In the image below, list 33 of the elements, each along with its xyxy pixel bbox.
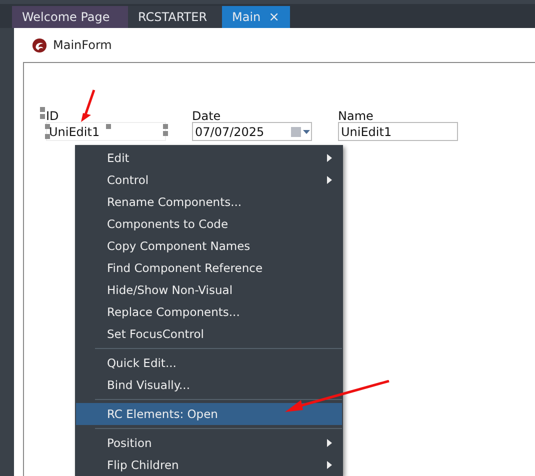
calendar-icon[interactable] — [291, 126, 311, 136]
menu-item[interactable]: Quick Edit... — [76, 352, 342, 374]
menu-item[interactable]: RC Elements: Open — [76, 403, 342, 425]
input-field[interactable]: UniEdit1 — [338, 122, 458, 141]
menu-item[interactable]: Flip Children — [76, 454, 342, 476]
tab[interactable]: Main × — [222, 6, 290, 28]
menu-item[interactable]: Position — [76, 432, 342, 454]
input-field[interactable]: 07/07/2025 — [192, 122, 312, 141]
menu-item[interactable]: Replace Components... — [76, 301, 342, 323]
submenu-arrow-icon — [327, 461, 332, 469]
menu-item[interactable]: Bind Visually... — [76, 374, 342, 396]
close-icon[interactable]: × — [268, 10, 280, 24]
field-label: Date — [192, 109, 221, 123]
tab[interactable]: Welcome Page — [12, 6, 128, 28]
menu-item[interactable]: Control — [76, 169, 342, 191]
menu-item[interactable]: Copy Component Names — [76, 235, 342, 257]
submenu-arrow-icon — [327, 439, 332, 447]
arrow-annotation — [80, 89, 96, 123]
submenu-arrow-icon — [327, 176, 332, 184]
submenu-arrow-icon — [327, 154, 332, 162]
menu-item[interactable]: Edit — [76, 147, 342, 169]
selection-handle[interactable] — [106, 124, 111, 129]
menu-item[interactable]: Components to Code — [76, 213, 342, 235]
field-label: ID — [46, 109, 59, 123]
logo-icon — [32, 38, 47, 52]
tab[interactable]: RCSTARTER — [128, 6, 222, 28]
input-field[interactable]: UniEdit1 — [46, 122, 166, 141]
form-title: MainForm — [53, 38, 112, 52]
menu-item[interactable]: Set FocusControl — [76, 323, 342, 345]
menu-item[interactable]: Find Component Reference — [76, 257, 342, 279]
field-label: Name — [338, 109, 374, 123]
menu-item[interactable]: Rename Components... — [76, 191, 342, 213]
menu-item[interactable]: Hide/Show Non-Visual — [76, 279, 342, 301]
